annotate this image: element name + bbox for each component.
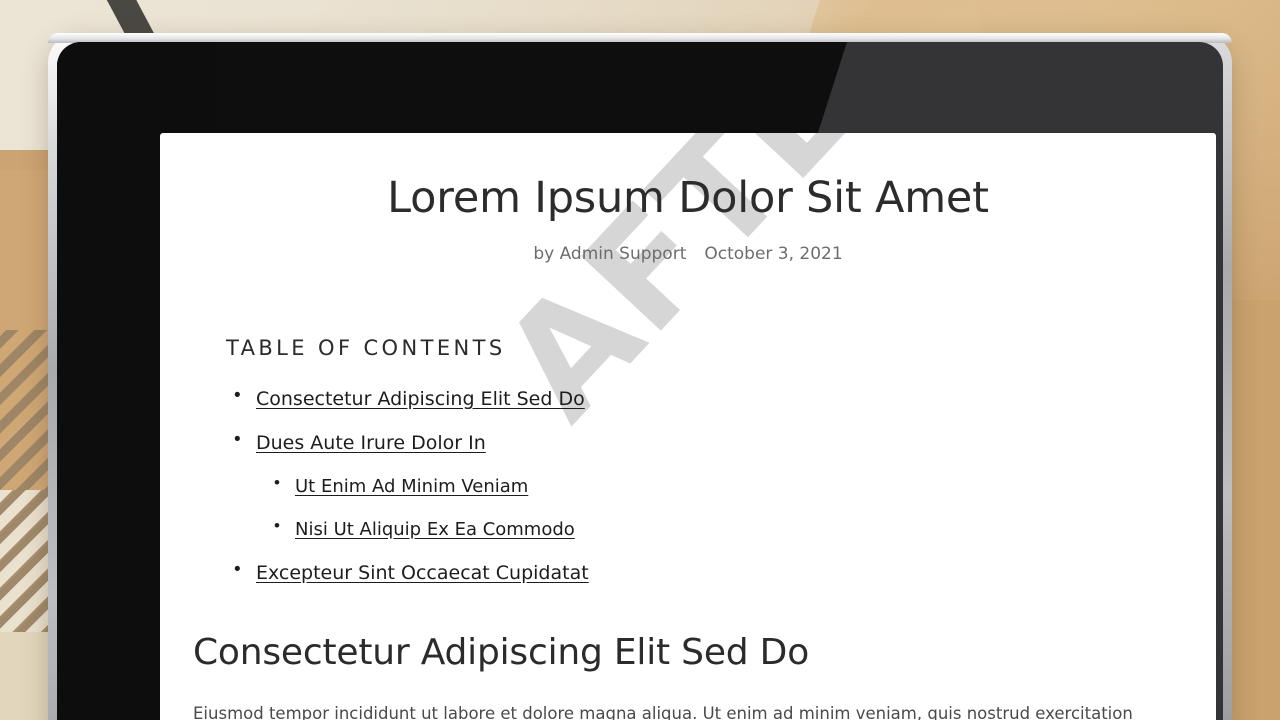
toc-link-nisi-ut-aliquip[interactable]: Nisi Ut Aliquip Ex Ea Commodo [295,519,575,540]
table-of-contents: TABLE OF CONTENTS Consectetur Adipiscing… [160,336,1216,584]
table-of-contents-list: Consectetur Adipiscing Elit Sed Do Dues … [226,385,1216,584]
list-item: Ut Enim Ad Minim Veniam [256,473,1216,497]
toc-link-ut-enim[interactable]: Ut Enim Ad Minim Veniam [295,476,528,497]
list-item: Excepteur Sint Occaecat Cupidatat [226,559,1216,584]
toc-link-excepteur[interactable]: Excepteur Sint Occaecat Cupidatat [256,562,589,584]
table-of-contents-heading: TABLE OF CONTENTS [226,336,506,360]
page-title: Lorem Ipsum Dolor Sit Amet [387,173,989,223]
byline-date: October 3, 2021 [704,244,843,264]
list-item: Nisi Ut Aliquip Ex Ea Commodo [256,516,1216,540]
laptop-screen: AFTER Lorem Ipsum Dolor Sit Amet by Admi… [160,133,1216,720]
document-page: AFTER Lorem Ipsum Dolor Sit Amet by Admi… [160,133,1216,720]
toc-link-consectetur[interactable]: Consectetur Adipiscing Elit Sed Do [256,388,585,410]
section-paragraph: Eiusmod tempor incididunt ut labore et d… [193,704,1133,720]
list-item: Consectetur Adipiscing Elit Sed Do [226,385,1216,410]
byline-author: by Admin Support [533,244,687,264]
document-content: Lorem Ipsum Dolor Sit Amet by Admin Supp… [160,133,1216,720]
toc-link-dues-aute[interactable]: Dues Aute Irure Dolor In [256,432,486,454]
section-heading: Consectetur Adipiscing Elit Sed Do [193,632,810,673]
list-item: Dues Aute Irure Dolor In Ut Enim Ad Mini… [226,429,1216,540]
scene: AFTER Lorem Ipsum Dolor Sit Amet by Admi… [0,0,1280,720]
laptop-device: AFTER Lorem Ipsum Dolor Sit Amet by Admi… [48,33,1232,720]
byline: by Admin Support October 3, 2021 [160,244,1216,264]
table-of-contents-sublist: Ut Enim Ad Minim Veniam Nisi Ut Aliquip … [256,473,1216,540]
